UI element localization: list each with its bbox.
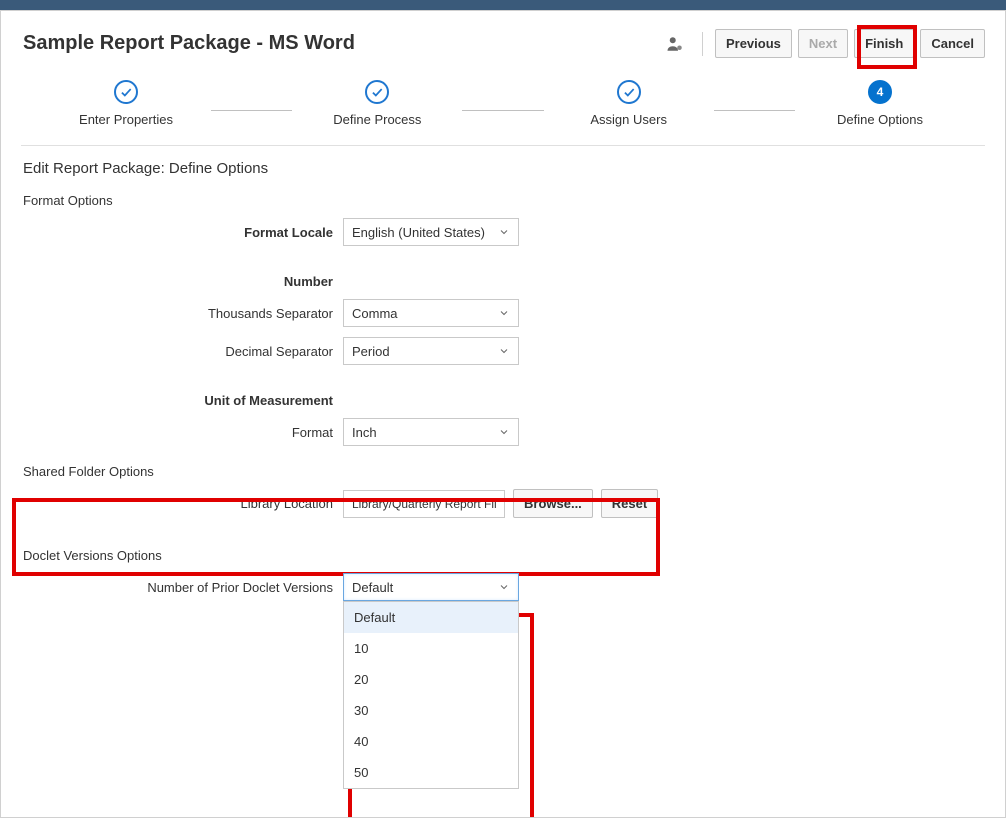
format-locale-select[interactable]: English (United States)	[343, 218, 519, 246]
number-heading: Number	[23, 274, 343, 289]
step-label: Enter Properties	[79, 112, 173, 127]
uom-heading: Unit of Measurement	[23, 393, 343, 408]
library-location-input[interactable]	[343, 490, 505, 518]
thousands-separator-label: Thousands Separator	[23, 306, 343, 321]
step-assign-users[interactable]: Assign Users	[544, 80, 714, 127]
user-icon	[666, 35, 684, 53]
format-options-heading: Format Options	[23, 193, 983, 208]
step-label: Define Process	[333, 112, 421, 127]
dropdown-item[interactable]: 30	[344, 695, 518, 726]
dropdown-item[interactable]: 40	[344, 726, 518, 757]
dropdown-item[interactable]: 10	[344, 633, 518, 664]
prior-doclet-versions-dropdown[interactable]: Default1020304050	[343, 601, 519, 789]
next-button: Next	[798, 29, 848, 58]
dropdown-item[interactable]: 50	[344, 757, 518, 788]
step-label: Assign Users	[590, 112, 667, 127]
step-define-options[interactable]: 4 Define Options	[795, 80, 965, 127]
chevron-down-icon	[498, 581, 510, 593]
step-circle-done	[617, 80, 641, 104]
step-define-process[interactable]: Define Process	[292, 80, 462, 127]
format-locale-label: Format Locale	[23, 225, 343, 240]
step-circle-current: 4	[868, 80, 892, 104]
step-circle-done	[114, 80, 138, 104]
finish-button[interactable]: Finish	[854, 29, 914, 58]
dropdown-item[interactable]: Default	[344, 602, 518, 633]
thousands-separator-select[interactable]: Comma	[343, 299, 519, 327]
select-value: Default	[352, 580, 393, 595]
format-select[interactable]: Inch	[343, 418, 519, 446]
stepper: Enter Properties Define Process Assign U…	[1, 68, 1005, 145]
doclet-versions-heading: Doclet Versions Options	[23, 548, 983, 563]
decimal-separator-select[interactable]: Period	[343, 337, 519, 365]
shared-folder-heading: Shared Folder Options	[23, 464, 983, 479]
browse-button[interactable]: Browse...	[513, 489, 593, 518]
dropdown-item[interactable]: 20	[344, 664, 518, 695]
library-location-label: Library Location	[23, 496, 343, 511]
subtitle: Edit Report Package: Define Options	[23, 160, 983, 177]
chevron-down-icon	[498, 226, 510, 238]
cancel-button[interactable]: Cancel	[920, 29, 985, 58]
prior-doclet-versions-label: Number of Prior Doclet Versions	[23, 580, 343, 595]
chevron-down-icon	[498, 426, 510, 438]
step-label: Define Options	[837, 112, 923, 127]
step-circle-done	[365, 80, 389, 104]
select-value: English (United States)	[352, 225, 485, 240]
chevron-down-icon	[498, 345, 510, 357]
step-enter-properties[interactable]: Enter Properties	[41, 80, 211, 127]
select-value: Comma	[352, 306, 398, 321]
select-value: Inch	[352, 425, 377, 440]
prior-doclet-versions-select[interactable]: Default	[343, 573, 519, 601]
format-label: Format	[23, 425, 343, 440]
previous-button[interactable]: Previous	[715, 29, 792, 58]
select-value: Period	[352, 344, 390, 359]
reset-button[interactable]: Reset	[601, 489, 658, 518]
divider	[702, 32, 703, 56]
decimal-separator-label: Decimal Separator	[23, 344, 343, 359]
chevron-down-icon	[498, 307, 510, 319]
page-title: Sample Report Package - MS Word	[23, 32, 666, 55]
